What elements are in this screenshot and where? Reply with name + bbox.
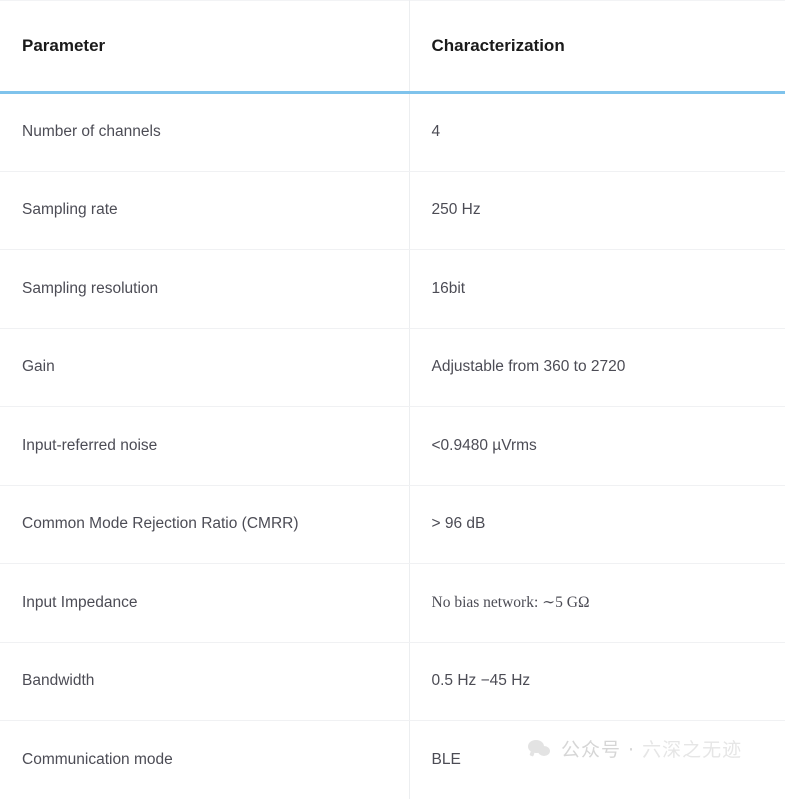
table-row: Input Impedance No bias network: ∼5 GΩ [0,564,785,643]
row-parameter-label: Input-referred noise [0,407,409,486]
row-parameter-value: No bias network: ∼5 GΩ [409,564,785,643]
specification-table: Parameter Characterization Number of cha… [0,0,785,799]
row-parameter-label: Communication mode [0,721,409,799]
table-row: Gain Adjustable from 360 to 2720 [0,328,785,407]
row-parameter-label: Number of channels [0,93,409,172]
row-parameter-label: Input Impedance [0,564,409,643]
table-body: Number of channels 4 Sampling rate 250 H… [0,93,785,799]
row-parameter-value: BLE [409,721,785,799]
table-row: Number of channels 4 [0,93,785,172]
column-header-characterization: Characterization [409,1,785,93]
row-parameter-value: 16bit [409,250,785,329]
table-row: Communication mode BLE [0,721,785,799]
row-parameter-label: Bandwidth [0,642,409,721]
row-parameter-value: 4 [409,93,785,172]
column-header-parameter: Parameter [0,1,409,93]
row-parameter-label: Common Mode Rejection Ratio (CMRR) [0,485,409,564]
table-row: Sampling rate 250 Hz [0,171,785,250]
row-parameter-label: Gain [0,328,409,407]
table-header-row: Parameter Characterization [0,1,785,93]
table-row: Common Mode Rejection Ratio (CMRR) > 96 … [0,485,785,564]
row-parameter-label: Sampling resolution [0,250,409,329]
row-parameter-value: <0.9480 µVrms [409,407,785,486]
row-parameter-value: > 96 dB [409,485,785,564]
table-row: Input-referred noise <0.9480 µVrms [0,407,785,486]
row-parameter-value: Adjustable from 360 to 2720 [409,328,785,407]
row-parameter-value: 0.5 Hz −45 Hz [409,642,785,721]
table-header: Parameter Characterization [0,1,785,93]
row-parameter-label: Sampling rate [0,171,409,250]
table-row: Bandwidth 0.5 Hz −45 Hz [0,642,785,721]
row-parameter-value: 250 Hz [409,171,785,250]
table-row: Sampling resolution 16bit [0,250,785,329]
